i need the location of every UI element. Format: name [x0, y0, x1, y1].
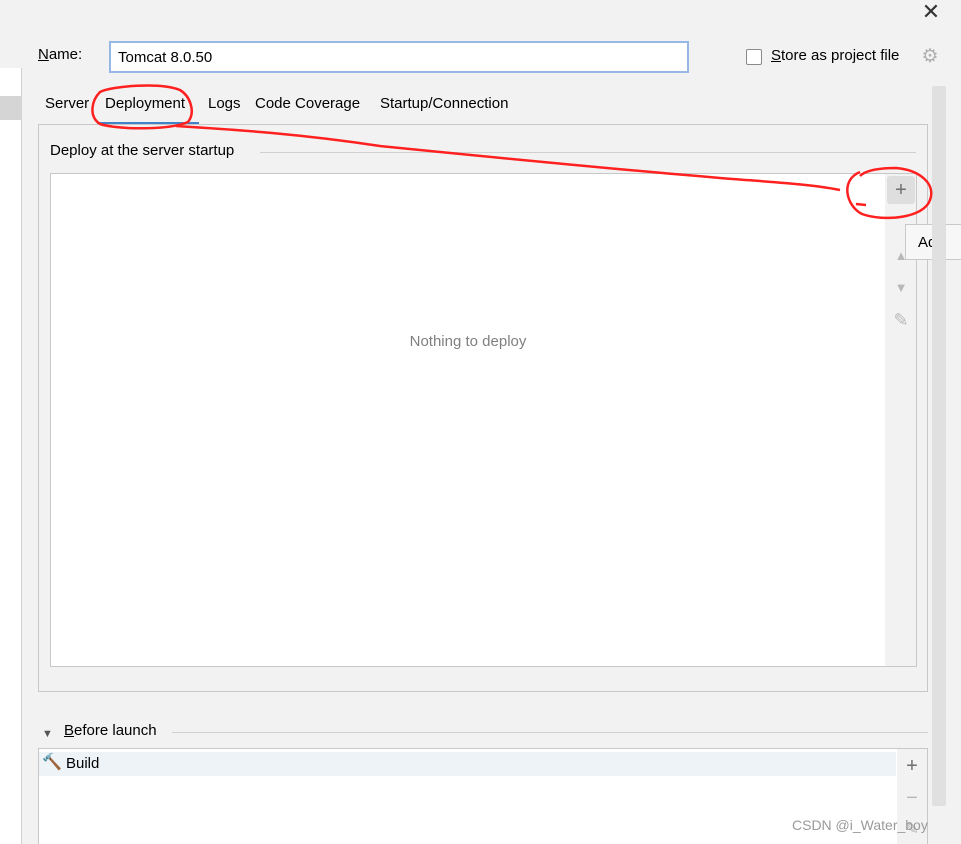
list-item-build[interactable] — [39, 752, 896, 776]
store-as-project-label[interactable]: Store as project file — [771, 47, 899, 64]
name-input[interactable] — [109, 41, 689, 73]
deploy-section-label: Deploy at the server startup — [50, 142, 235, 159]
before-launch-label[interactable]: Before launch — [64, 722, 157, 739]
left-tree-panel — [0, 68, 22, 844]
gear-icon[interactable]: ⚙ — [920, 47, 940, 67]
tab-deployment[interactable]: Deployment — [105, 95, 185, 112]
name-label: Name: — [38, 46, 83, 63]
left-tree-selected-row[interactable] — [0, 96, 22, 120]
tab-logs[interactable]: Logs — [208, 95, 241, 112]
store-as-project-checkbox[interactable] — [746, 49, 762, 65]
tab-server[interactable]: Server — [45, 95, 89, 112]
deploy-list[interactable] — [50, 173, 886, 667]
vertical-scrollbar[interactable] — [932, 86, 946, 806]
add-icon[interactable]: + — [898, 752, 926, 780]
list-item-label: Build — [66, 755, 100, 772]
before-launch-divider — [172, 732, 928, 733]
edit-icon[interactable]: ✎ — [887, 306, 915, 334]
close-icon[interactable]: ✕ — [918, 0, 944, 26]
tab-code-coverage[interactable]: Code Coverage — [255, 95, 360, 112]
section-divider — [260, 152, 916, 153]
add-icon[interactable]: + — [887, 176, 915, 204]
move-down-icon[interactable]: ▼ — [887, 274, 915, 302]
tab-startup-connection[interactable]: Startup/Connection — [380, 95, 508, 112]
remove-icon[interactable]: − — [898, 784, 926, 812]
hammer-icon: 🔨 — [42, 754, 62, 771]
empty-state-text: Nothing to deploy — [409, 333, 527, 350]
collapse-arrow-icon[interactable]: ▼ — [42, 728, 53, 740]
watermark: CSDN @i_Water_boy — [792, 817, 928, 833]
